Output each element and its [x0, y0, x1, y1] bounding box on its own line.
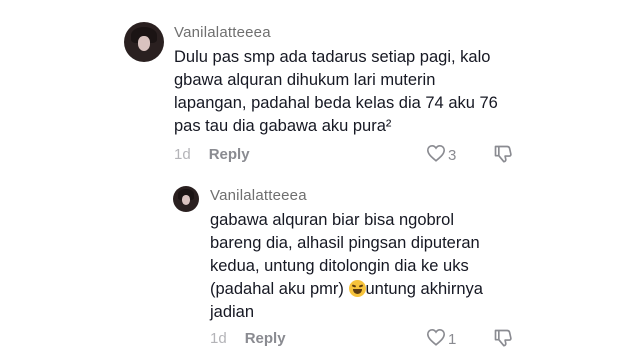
comment-date: 1d [210, 330, 227, 347]
reply-button[interactable]: Reply [209, 146, 250, 163]
comment-text: gabawa alquran biar bisa ngobrol bareng … [210, 209, 590, 324]
like-count: 3 [448, 146, 457, 164]
dislike-button[interactable] [493, 328, 513, 353]
comment-username[interactable]: Vanilalatteeea [174, 24, 271, 41]
comment-username[interactable]: Vanilalatteeea [210, 187, 307, 204]
heart-outline-icon [426, 328, 448, 350]
comment-item: Vanilalatteeea Dulu pas smp ada tadarus … [0, 0, 640, 175]
avatar-face [137, 35, 151, 51]
thumbs-down-icon [493, 329, 513, 352]
like-button[interactable]: 3 [426, 144, 456, 166]
heart-outline-icon [426, 144, 448, 166]
comment-date: 1d [174, 146, 191, 163]
avatar[interactable] [173, 186, 199, 212]
avatar-face [181, 194, 191, 205]
reply-button[interactable]: Reply [245, 330, 286, 347]
dislike-button[interactable] [493, 144, 513, 169]
comment-meta: 1d Reply [210, 330, 286, 347]
like-count: 1 [448, 330, 457, 348]
avatar[interactable] [124, 22, 164, 62]
comment-text: Dulu pas smp ada tadarus setiap pagi, ka… [174, 48, 498, 135]
rolling-laughing-emoji-icon [348, 280, 366, 297]
reply-comment-item: Vanilalatteeea gabawa alquran biar bisa … [0, 175, 640, 360]
thumbs-down-icon [493, 145, 513, 168]
like-button[interactable]: 1 [426, 328, 456, 350]
comment-meta: 1d Reply [174, 146, 250, 163]
